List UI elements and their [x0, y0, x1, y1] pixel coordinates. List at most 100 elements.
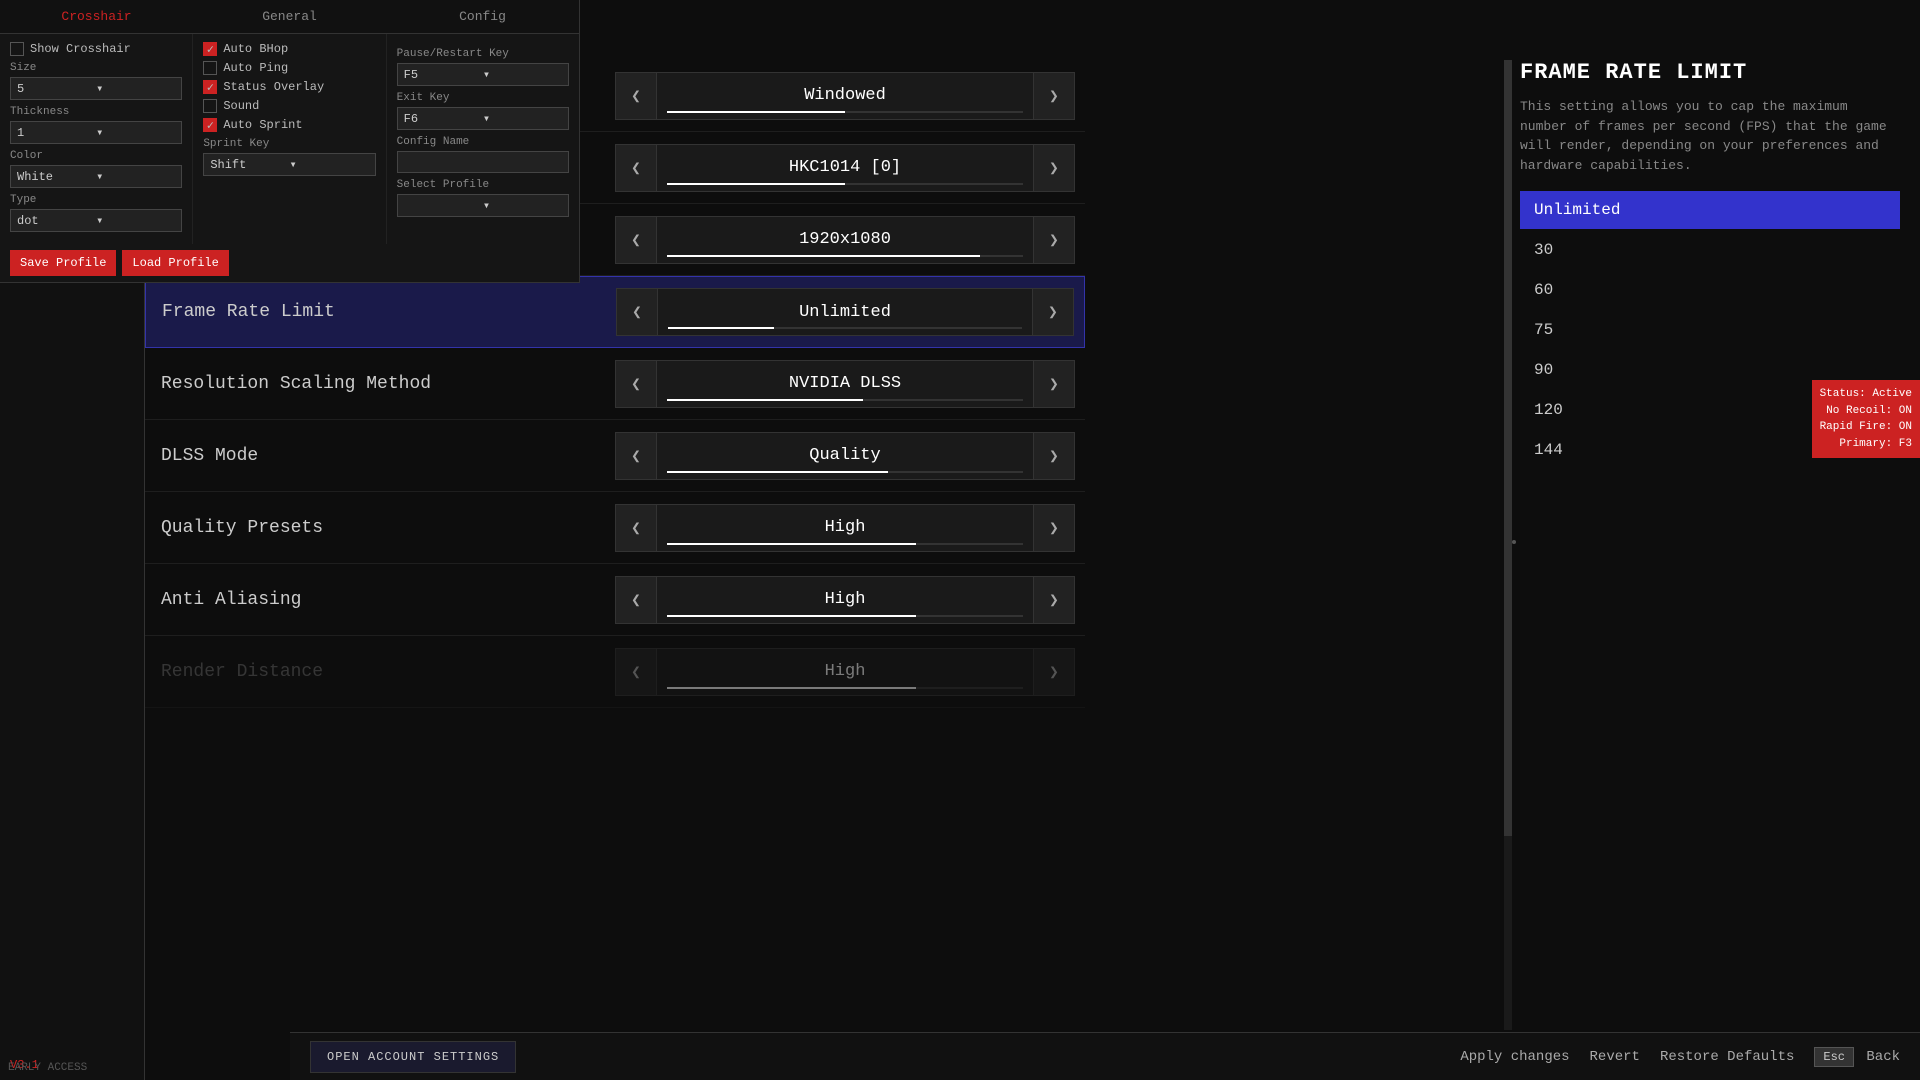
value-bar-fill-resolution-scaling [667, 399, 863, 401]
chevron-left-render-distance: ❮ [615, 648, 657, 696]
value-text-window-mode: Windowed [804, 86, 886, 105]
chevron-right-window-resolution[interactable]: ❯ [1033, 216, 1075, 264]
value-display-monitor: HKC1014 [0] [657, 144, 1033, 192]
setting-controls-render-distance: ❮High❯ [615, 648, 1075, 696]
setting-name-quality-presets: Quality Presets [155, 518, 615, 538]
exit-key-dropdown[interactable]: F6 ▾ [397, 107, 569, 130]
setting-row-render-distance: Render Distance❮High❯ [145, 636, 1085, 708]
select-profile-dropdown[interactable]: ▾ [397, 194, 569, 217]
config-name-input[interactable] [397, 151, 569, 173]
thickness-dropdown[interactable]: 1 ▾ [10, 121, 182, 144]
restore-defaults-button[interactable]: Restore Defaults [1660, 1049, 1794, 1065]
load-profile-button[interactable]: Load Profile [122, 250, 228, 276]
value-bar-fill-dlss-mode [667, 471, 888, 473]
tab-config[interactable]: Config [386, 0, 579, 33]
revert-button[interactable]: Revert [1590, 1049, 1640, 1065]
status-badge: Status: Active No Recoil: ON Rapid Fire:… [1812, 380, 1920, 458]
status-overlay-checkbox[interactable]: ✓ [203, 80, 217, 94]
save-profile-button[interactable]: Save Profile [10, 250, 116, 276]
show-crosshair-row[interactable]: Show Crosshair [10, 42, 182, 56]
value-display-quality-presets: High [657, 504, 1033, 552]
value-display-anti-aliasing: High [657, 576, 1033, 624]
chevron-right-window-mode[interactable]: ❯ [1033, 72, 1075, 120]
setting-controls-anti-aliasing: ❮ High ❯ [615, 576, 1075, 624]
sound-row[interactable]: Sound [203, 99, 375, 113]
chevron-right-monitor[interactable]: ❯ [1033, 144, 1075, 192]
pause-restart-dropdown[interactable]: F5 ▾ [397, 63, 569, 86]
value-display-window-resolution: 1920x1080 [657, 216, 1033, 264]
value-text-frame-rate-limit: Unlimited [799, 303, 891, 322]
chevron-left-dlss-mode[interactable]: ❮ [615, 432, 657, 480]
chevron-right-frame-rate-limit[interactable]: ❯ [1032, 288, 1074, 336]
fps-option-unlimited[interactable]: Unlimited [1520, 191, 1900, 229]
status-line3: Rapid Fire: ON [1820, 419, 1912, 436]
value-display-window-mode: Windowed [657, 72, 1033, 120]
bottom-bar: OPEN ACCOUNT SETTINGS Apply changes Reve… [290, 1032, 1920, 1080]
chevron-left-frame-rate-limit[interactable]: ❮ [616, 288, 658, 336]
status-line1: Status: Active [1820, 386, 1912, 403]
auto-ping-row[interactable]: Auto Ping [203, 61, 375, 75]
size-dropdown[interactable]: 5 ▾ [10, 77, 182, 100]
apply-changes-button[interactable]: Apply changes [1460, 1049, 1569, 1065]
value-bar-fill-window-resolution [667, 255, 980, 257]
back-label[interactable]: Back [1866, 1049, 1900, 1065]
sound-label: Sound [223, 99, 259, 113]
size-label: Size [10, 62, 182, 74]
chevron-left-quality-presets[interactable]: ❮ [615, 504, 657, 552]
setting-controls-resolution-scaling: ❮ NVIDIA DLSS ❯ [615, 360, 1075, 408]
setting-controls-window-mode: ❮ Windowed ❯ [615, 72, 1075, 120]
auto-bhop-checkbox[interactable]: ✓ [203, 42, 217, 56]
setting-controls-quality-presets: ❮ High ❯ [615, 504, 1075, 552]
select-profile-value [404, 199, 483, 213]
value-bar-dlss-mode [667, 471, 1023, 473]
sprint-key-dropdown[interactable]: Shift ▾ [203, 153, 375, 176]
setting-name-frame-rate-limit: Frame Rate Limit [156, 302, 616, 322]
setting-row-resolution-scaling: Resolution Scaling Method❮ NVIDIA DLSS ❯ [145, 348, 1085, 420]
chevron-left-window-mode[interactable]: ❮ [615, 72, 657, 120]
color-chevron-icon: ▾ [96, 169, 175, 184]
exit-key-value: F6 [404, 112, 483, 126]
chevron-right-quality-presets[interactable]: ❯ [1033, 504, 1075, 552]
setting-row-dlss-mode: DLSS Mode❮Quality❯ [145, 420, 1085, 492]
type-dropdown[interactable]: dot ▾ [10, 209, 182, 232]
scrollbar[interactable] [1504, 60, 1512, 1030]
thickness-value: 1 [17, 126, 96, 140]
tab-crosshair[interactable]: Crosshair [0, 0, 193, 33]
value-text-resolution-scaling: NVIDIA DLSS [789, 374, 901, 393]
auto-sprint-label: Auto Sprint [223, 118, 302, 132]
thickness-label: Thickness [10, 106, 182, 118]
auto-sprint-row[interactable]: ✓ Auto Sprint [203, 118, 375, 132]
chevron-right-anti-aliasing[interactable]: ❯ [1033, 576, 1075, 624]
value-text-quality-presets: High [825, 518, 866, 537]
sound-checkbox[interactable] [203, 99, 217, 113]
fps-option-30[interactable]: 30 [1520, 231, 1900, 269]
value-bar-window-resolution [667, 255, 1023, 257]
show-crosshair-label: Show Crosshair [30, 42, 131, 56]
chevron-left-anti-aliasing[interactable]: ❮ [615, 576, 657, 624]
auto-bhop-row[interactable]: ✓ Auto BHop [203, 42, 375, 56]
tab-general[interactable]: General [193, 0, 386, 33]
auto-ping-checkbox[interactable] [203, 61, 217, 75]
setting-name-resolution-scaling: Resolution Scaling Method [155, 374, 615, 394]
scrollbar-thumb[interactable] [1504, 60, 1512, 836]
setting-row-quality-presets: Quality Presets❮ High ❯ [145, 492, 1085, 564]
chevron-right-resolution-scaling[interactable]: ❯ [1033, 360, 1075, 408]
value-bar-fill-quality-presets [667, 543, 916, 545]
auto-sprint-checkbox[interactable]: ✓ [203, 118, 217, 132]
chevron-left-monitor[interactable]: ❮ [615, 144, 657, 192]
fps-option-60[interactable]: 60 [1520, 271, 1900, 309]
chevron-left-resolution-scaling[interactable]: ❮ [615, 360, 657, 408]
chevron-right-dlss-mode[interactable]: ❯ [1033, 432, 1075, 480]
setting-name-render-distance: Render Distance [155, 662, 615, 682]
value-text-anti-aliasing: High [825, 590, 866, 609]
fps-option-75[interactable]: 75 [1520, 311, 1900, 349]
chevron-left-window-resolution[interactable]: ❮ [615, 216, 657, 264]
size-chevron-icon: ▾ [96, 81, 175, 96]
value-bar-resolution-scaling [667, 399, 1023, 401]
setting-controls-monitor: ❮HKC1014 [0]❯ [615, 144, 1075, 192]
show-crosshair-checkbox[interactable] [10, 42, 24, 56]
color-dropdown[interactable]: White ▾ [10, 165, 182, 188]
status-overlay-row[interactable]: ✓ Status Overlay [203, 80, 375, 94]
setting-name-anti-aliasing: Anti Aliasing [155, 590, 615, 610]
open-account-button[interactable]: OPEN ACCOUNT SETTINGS [310, 1041, 516, 1073]
